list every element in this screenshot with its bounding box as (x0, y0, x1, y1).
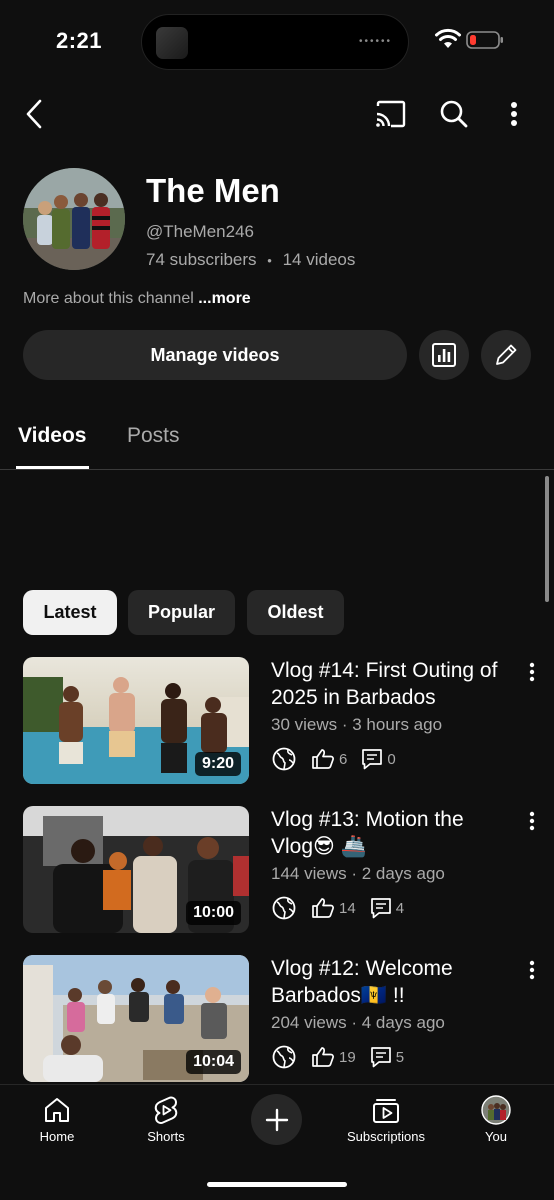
wifi-icon (435, 28, 461, 48)
video-duration: 9:20 (194, 752, 241, 776)
like-icon (312, 1047, 334, 1067)
video-stats: 19 5 (271, 1043, 418, 1071)
like-count: 6 (339, 750, 348, 768)
nav-shorts-label: Shorts (147, 1129, 185, 1144)
video-duration: 10:04 (186, 1050, 241, 1074)
video-meta: 204 views · 4 days ago (271, 1013, 445, 1032)
battery-low-icon (466, 31, 503, 49)
like-icon (312, 898, 334, 918)
about-more-link[interactable]: ...more (198, 290, 250, 307)
top-app-bar (0, 86, 554, 142)
video-title[interactable]: Vlog #12: Welcome Barbados🇧🇧 !! (271, 955, 501, 1009)
video-count: 14 videos (282, 250, 356, 269)
video-item[interactable]: 10:00 Vlog #13: Motion the Vlog😎 🚢 144 v… (0, 806, 554, 936)
nav-shorts[interactable]: Shorts (111, 1095, 221, 1144)
public-globe-icon (272, 896, 296, 920)
tab-videos[interactable]: Videos (18, 424, 86, 448)
audio-waveform-icon: •••••• (358, 36, 392, 47)
video-thumbnail[interactable]: 9:20 (23, 657, 249, 784)
video-item[interactable]: 10:04 Vlog #12: Welcome Barbados🇧🇧 !! 20… (0, 955, 554, 1085)
video-stats: 6 0 (271, 745, 410, 773)
video-title[interactable]: Vlog #14: First Outing of 2025 in Barbad… (271, 657, 501, 711)
edit-pencil-icon (496, 344, 517, 365)
video-title[interactable]: Vlog #13: Motion the Vlog😎 🚢 (271, 806, 501, 860)
edit-channel-button[interactable] (481, 330, 531, 380)
dynamic-island[interactable]: •••••• (141, 14, 409, 70)
create-button[interactable] (251, 1094, 302, 1145)
manage-videos-button[interactable]: Manage videos (23, 330, 407, 380)
profile-avatar (481, 1095, 511, 1125)
video-thumbnail[interactable]: 10:00 (23, 806, 249, 933)
create-plus-icon (265, 1108, 288, 1131)
channel-about[interactable]: More about this channel ...more (23, 290, 251, 308)
channel-avatar[interactable] (23, 168, 125, 270)
nav-you[interactable]: You (441, 1095, 551, 1144)
video-meta: 144 views · 2 days ago (271, 864, 445, 883)
subscriptions-icon (373, 1099, 399, 1123)
video-item[interactable]: 9:20 Vlog #14: First Outing of 2025 in B… (0, 657, 554, 787)
nav-home-label: Home (39, 1129, 75, 1144)
tab-posts[interactable]: Posts (127, 424, 180, 448)
status-time: 2:21 (56, 28, 103, 53)
video-duration: 10:00 (186, 901, 241, 925)
subscriber-count: 74 subscribers (146, 250, 257, 269)
like-count: 14 (339, 899, 356, 917)
search-icon[interactable] (436, 96, 472, 132)
public-globe-icon (272, 747, 296, 771)
cast-icon[interactable] (372, 96, 408, 132)
channel-tabs: Videos Posts (0, 412, 554, 470)
now-playing-artwork (156, 27, 188, 59)
channel-handle: @TheMen246 (146, 222, 254, 241)
comment-count: 4 (395, 899, 405, 917)
video-more-icon[interactable] (522, 659, 542, 685)
stats-separator: • (267, 253, 272, 268)
home-indicator (207, 1182, 347, 1187)
filter-chip-oldest[interactable]: Oldest (247, 590, 344, 635)
channel-name: The Men (146, 172, 280, 209)
status-bar: 2:21 •••••• (0, 0, 554, 84)
home-icon (45, 1098, 69, 1122)
like-count: 19 (339, 1048, 356, 1066)
comment-icon (370, 1047, 391, 1068)
back-icon[interactable] (18, 94, 50, 134)
nav-home[interactable]: Home (2, 1095, 112, 1144)
nav-you-label: You (485, 1129, 507, 1144)
comment-count: 0 (387, 750, 396, 768)
nav-subscriptions-label: Subscriptions (346, 1129, 426, 1144)
channel-stats: 74 subscribers • 14 videos (146, 250, 355, 270)
filter-chip-latest[interactable]: Latest (23, 590, 117, 635)
video-more-icon[interactable] (522, 808, 542, 834)
video-stats: 14 4 (271, 894, 418, 922)
analytics-button[interactable] (419, 330, 469, 380)
comment-icon (362, 749, 383, 770)
video-more-icon[interactable] (522, 957, 542, 983)
public-globe-icon (272, 1045, 296, 1069)
filter-chip-popular[interactable]: Popular (128, 590, 235, 635)
analytics-icon (432, 343, 456, 367)
comment-icon (370, 898, 391, 919)
comment-count: 5 (395, 1048, 405, 1066)
video-thumbnail[interactable]: 10:04 (23, 955, 249, 1082)
nav-subscriptions[interactable]: Subscriptions (331, 1095, 441, 1144)
scrollbar[interactable] (545, 476, 549, 602)
like-icon (312, 749, 334, 769)
shorts-icon (154, 1096, 178, 1124)
video-meta: 30 views · 3 hours ago (271, 715, 443, 734)
active-tab-indicator (16, 466, 89, 469)
more-vert-icon[interactable] (500, 96, 528, 132)
about-text: More about this channel (23, 290, 194, 307)
